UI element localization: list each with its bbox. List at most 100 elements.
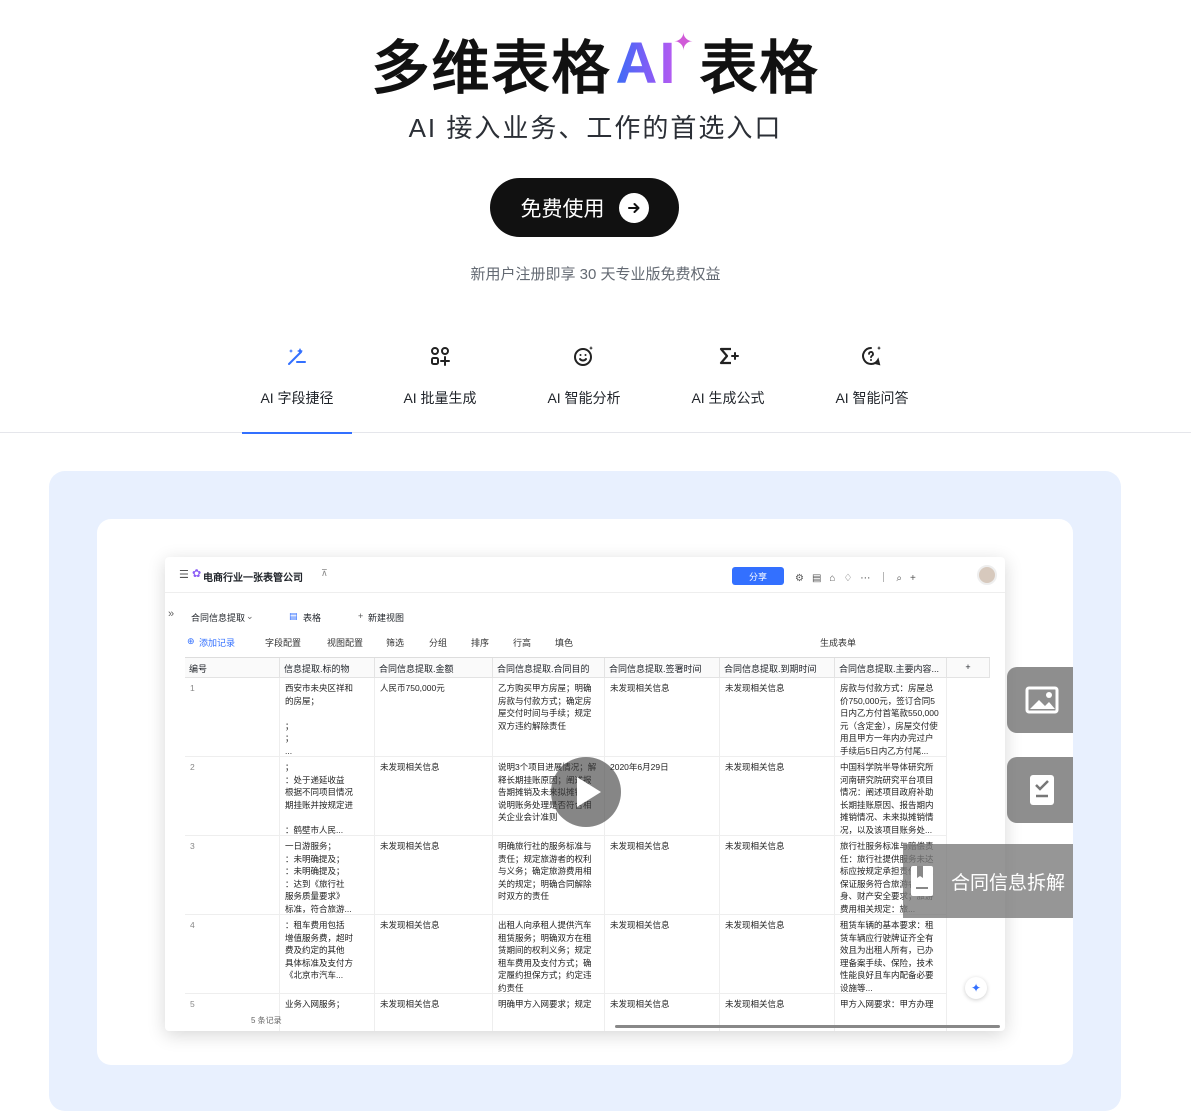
chevron-down-icon[interactable]: ⌄ — [246, 611, 254, 622]
wand-icon — [288, 348, 306, 365]
table-cell[interactable]: 中国科学院半导体研究所河南研究院研究平台项目情况：阐述项目政府补助长期挂账原因、… — [835, 757, 947, 836]
row-number[interactable]: 2 — [185, 757, 280, 836]
table-cell[interactable]: ：租车费用包括 增值服务费，超时 费及约定的其他 具体标准及支付方 《北京市汽车… — [280, 915, 375, 994]
sort-button[interactable]: 排序 — [471, 636, 489, 649]
table-cell[interactable]: 未发现相关信息 — [720, 678, 835, 757]
page-title: 多维表格 AI ✦ 表格 — [0, 28, 1191, 102]
table-cell[interactable]: 未发现相关信息 — [375, 757, 493, 836]
table-cell[interactable]: 未发现相关信息 — [375, 836, 493, 915]
plus-icon[interactable]: + — [358, 611, 363, 621]
tab-field-shortcut[interactable]: AI 字段捷径 — [242, 330, 352, 434]
free-use-label: 免费使用 — [520, 197, 605, 221]
add-record-icon: ⊕ — [187, 636, 195, 646]
table-cell[interactable]: 未发现相关信息 — [605, 915, 720, 994]
table-cell[interactable]: 未发现相关信息 — [605, 678, 720, 757]
tab-smart-analysis[interactable]: AI 智能分析 — [529, 330, 639, 433]
table-cell[interactable]: 未发现相关信息 — [375, 915, 493, 994]
tab-label: AI 生成公式 — [691, 390, 765, 406]
table-cell[interactable]: 人民币750,000元 — [375, 678, 493, 757]
table-cell[interactable]: 业务入网服务； — [280, 994, 375, 1031]
app-topbar: ☰ ✿ 电商行业一张表管公司 ⊼ 分享 ⚙▤⌂♢⋯｜⌕+ — [165, 557, 1005, 593]
table-cell[interactable]: 一日游服务； ：未明确提及； ：未明确提及； ：达到《旅行社 服务质量要求》 标… — [280, 836, 375, 915]
table-cell[interactable]: 房款与付款方式：房屋总价750,000元，签订合同5日内乙方付首笔款550,00… — [835, 678, 947, 757]
table-cell[interactable]: 未发现相关信息 — [720, 757, 835, 836]
sigma-icon — [719, 347, 739, 365]
add-record-button[interactable]: 添加记录 — [199, 636, 235, 649]
title-main: 多维表格 — [371, 36, 612, 101]
column-header[interactable]: 合同信息提取.合同目的 — [493, 658, 605, 678]
pin-icon[interactable]: ⊼ — [321, 568, 328, 579]
column-header[interactable]: 合同信息提取.签署时间 — [605, 658, 720, 678]
menu-icon: ☰ — [179, 569, 189, 581]
image-icon — [1025, 686, 1059, 714]
toolbar-icons[interactable]: ⚙▤⌂♢⋯｜⌕+ — [795, 569, 924, 584]
avatar[interactable] — [977, 565, 997, 585]
row-number[interactable]: 4 — [185, 915, 280, 994]
share-button[interactable]: 分享 — [732, 567, 784, 585]
document-icon — [911, 866, 933, 896]
doc-title: 电商行业一张表管公司 — [203, 573, 303, 584]
title-tail: 表格 — [699, 36, 820, 101]
table-cell[interactable]: 未发现相关信息 — [720, 915, 835, 994]
sparkle-icon: ✦ — [673, 28, 696, 56]
generate-form-button[interactable]: 生成表单 — [820, 636, 856, 649]
play-button[interactable] — [551, 757, 621, 827]
filter-button[interactable]: 筛选 — [386, 636, 404, 649]
tab-batch-generate[interactable]: AI 批量生成 — [385, 330, 495, 433]
table-cell[interactable]: 未发现相关信息 — [375, 994, 493, 1031]
data-grid: 编号 信息提取.标的物 合同信息提取.金额 合同信息提取.合同目的 合同信息提取.签署时… — [185, 657, 990, 1031]
column-header[interactable]: 编号 — [185, 658, 280, 678]
view-name[interactable]: 合同信息提取 — [191, 611, 245, 624]
table-cell[interactable]: 西安市未央区祥和 的房屋； ； ； ... — [280, 678, 375, 757]
contract-split-label: 合同信息拆解 — [951, 872, 1066, 894]
view-config-button[interactable]: 视图配置 — [327, 636, 363, 649]
promo-note: 新用户注册即享 30 天专业版免费权益 — [470, 266, 721, 283]
fill-color-button[interactable]: 填色 — [555, 636, 573, 649]
free-use-button[interactable]: 免费使用 — [490, 178, 679, 237]
tab-label: AI 智能问答 — [835, 390, 909, 406]
image-side-button[interactable] — [1007, 667, 1073, 733]
column-header[interactable]: 合同信息提取.金额 — [375, 658, 493, 678]
expand-icon[interactable]: » — [168, 608, 174, 620]
column-header[interactable]: 信息提取.标的物 — [280, 658, 375, 678]
row-height-button[interactable]: 行高 — [513, 636, 531, 649]
grid-sparkle-icon — [431, 347, 450, 366]
table-cell[interactable]: ； ：处于递延收益 根据不同项目情况 期挂账并按规定进 ：鹤壁市人民... — [280, 757, 375, 836]
add-column-button[interactable]: + — [947, 658, 990, 678]
grid-toolbar: ⊕ 添加记录 字段配置 视图配置 筛选 分组 排序 行高 填色 生成表单 — [165, 634, 1005, 652]
tab-generate-formula[interactable]: AI 生成公式 — [673, 330, 783, 433]
checklist-icon — [1030, 775, 1054, 805]
title-ai-text: AI — [615, 30, 678, 96]
table-cell[interactable]: 未发现相关信息 — [605, 836, 720, 915]
feature-tabs: AI 字段捷径 AI 批量生成 AI 智能分析 AI 生成公式 AI 智能问答 — [0, 330, 1191, 434]
table-icon: ▤ — [289, 611, 298, 621]
table-cell[interactable]: 未发现相关信息 — [720, 836, 835, 915]
tab-table[interactable]: 表格 — [303, 611, 321, 624]
table-cell[interactable]: 明确旅行社的服务标准与责任；规定旅游者的权利与义务；确定旅游费用相关的规定；明确… — [493, 836, 605, 915]
table-cell[interactable]: 2020年6月29日 — [605, 757, 720, 836]
table-cell[interactable]: 明确甲方入网要求；规定 — [493, 994, 605, 1031]
share-label: 分享 — [748, 571, 767, 582]
tab-label: AI 智能分析 — [547, 390, 621, 406]
horizontal-scrollbar[interactable] — [615, 1025, 1000, 1028]
base-logo-icon: ✿ — [192, 568, 202, 580]
table-cell[interactable]: 乙方购买甲方房屋；明确房款与付款方式；确定房屋交付时间与手续；规定双方违约解除责… — [493, 678, 605, 757]
row-number[interactable]: 1 — [185, 678, 280, 757]
smile-sparkle-icon — [574, 346, 593, 366]
field-config-button[interactable]: 字段配置 — [265, 636, 301, 649]
row-number[interactable]: 3 — [185, 836, 280, 915]
table-cell[interactable]: 出租人向承租人提供汽车租赁服务；明确双方在租赁期间的权利义务；规定租车费用及支付… — [493, 915, 605, 994]
contract-split-banner[interactable]: 合同信息拆解 — [903, 844, 1073, 918]
column-header[interactable]: 合同信息提取.主要内容... — [835, 658, 947, 678]
tab-smart-qa[interactable]: AI 智能问答 — [817, 330, 927, 433]
new-view-button[interactable]: 新建视图 — [368, 611, 404, 624]
group-button[interactable]: 分组 — [429, 636, 447, 649]
question-sparkle-icon — [862, 346, 881, 366]
demo-video-card: ☰ ✿ 电商行业一张表管公司 ⊼ 分享 ⚙▤⌂♢⋯｜⌕+ » 合同信息提取 ⌄ … — [97, 519, 1073, 1065]
tab-label: AI 字段捷径 — [260, 390, 334, 406]
column-header[interactable]: 合同信息提取.到期时间 — [720, 658, 835, 678]
ai-assistant-icon[interactable]: ✦ — [965, 977, 987, 999]
tab-label: AI 批量生成 — [403, 390, 477, 406]
checklist-side-button[interactable] — [1007, 757, 1073, 823]
table-cell[interactable]: 租赁车辆的基本要求：租赁车辆应行驶牌证齐全有效且为出租人所有，已办理备案手续、保… — [835, 915, 947, 994]
